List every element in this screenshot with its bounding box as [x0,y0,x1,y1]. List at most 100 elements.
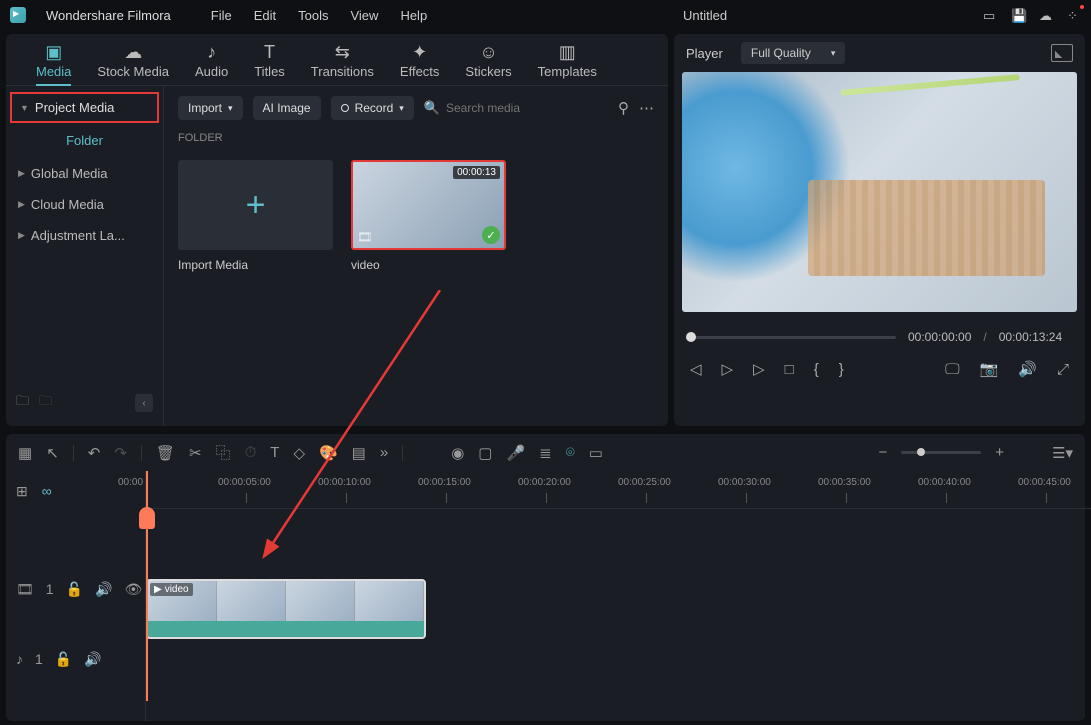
timeline-clip-video[interactable]: ▶video [146,579,426,639]
timeline-tracks[interactable]: 00:00 00:00:05:00 00:00:10:00 00:00:15:0… [146,471,1091,721]
chevron-down-icon: ▾ [399,103,404,114]
magnet-icon[interactable]: ⌾ [566,444,575,461]
split-icon[interactable]: ✂ [189,444,202,462]
lock-icon[interactable]: 🔓 [55,651,72,668]
link-icon[interactable]: ▭ [589,444,603,462]
search-input[interactable] [446,101,608,115]
sidebar-item-cloud-media[interactable]: ▶ Cloud Media [10,189,159,220]
preview-viewport[interactable] [682,72,1077,312]
mute-icon[interactable]: 🔊 [95,581,112,598]
media-thumb-video[interactable]: 00:00:13 🎞 ✓ video [351,160,506,272]
menubar: File Edit Tools View Help [211,8,427,23]
new-bin-icon[interactable]: 🗀 [39,392,52,414]
new-folder-icon[interactable]: 🗀 [16,392,29,414]
more-tools-icon[interactable]: » [380,444,388,461]
snapshot-icon[interactable] [1051,44,1073,62]
ruler-tick: 00:00:20:00 [518,477,571,488]
media-sidebar: ▼ Project Media Folder ▶Global Media ▶ Cl… [6,86,164,426]
tab-templates[interactable]: ▥Templates [526,42,609,85]
quality-dropdown[interactable]: Full Quality▾ [741,42,846,64]
menu-file[interactable]: File [211,8,232,23]
menu-help[interactable]: Help [400,8,427,23]
menu-view[interactable]: View [350,8,378,23]
sidebar-label: Project Media [35,100,114,115]
fullscreen-icon[interactable]: ⤢ [1057,361,1069,378]
more-icon[interactable]: ⋯ [639,99,654,117]
playhead[interactable] [146,471,148,701]
ruler-tick: 00:00 [118,477,143,488]
prev-frame-icon[interactable]: ◁ [690,360,702,378]
select-tool-icon[interactable]: ↖ [46,444,59,462]
timeline-toolbar: ▦ ↖ ↶ ↷ 🗑 ✂ ⿻ ⏱ T ◇ 🎨 ▤ » ◉ ▢ 🎤 ≣ ⌾ ▭ − … [6,434,1085,471]
visibility-icon[interactable]: 👁 [124,581,142,598]
play-pause-icon[interactable]: ▷ [722,360,734,378]
apps-icon[interactable]: ⁘ [1067,8,1081,22]
stop-icon[interactable]: □ [785,361,794,378]
tab-titles[interactable]: TTitles [242,42,297,85]
layout-icon[interactable]: ▦ [18,444,32,462]
audio-track-head[interactable]: ♪1 🔓 🔊 [6,645,145,673]
mic-icon[interactable]: 🎤 [506,444,525,462]
filter-icon[interactable]: ⚲ [618,99,629,117]
tab-stickers[interactable]: ☺Stickers [453,42,523,85]
sidebar-item-label: Adjustment La... [31,228,125,243]
crop-icon[interactable]: ⿻ [216,442,231,463]
play-icon[interactable]: ▷ [753,360,765,378]
volume-icon[interactable]: 🔊 [1018,360,1037,378]
zoom-slider[interactable] [901,451,981,454]
sidebar-item-global-media[interactable]: ▶Global Media [10,158,159,189]
collapse-sidebar-button[interactable]: ‹ [135,394,153,412]
mixer-icon[interactable]: ≣ [539,444,552,462]
display-settings-icon[interactable]: 🖵 [945,361,959,378]
zoom-in-icon[interactable]: + [995,444,1004,461]
keyframe-icon[interactable]: ◇ [293,444,305,462]
tab-transitions[interactable]: ⇆Transitions [299,42,386,85]
media-panel: ▣Media ☁Stock Media ♪Audio TTitles ⇆Tran… [6,34,668,426]
ai-image-button[interactable]: AI Image [253,96,321,120]
seek-slider[interactable] [686,336,896,339]
timeline-area: ▦ ↖ ↶ ↷ 🗑 ✂ ⿻ ⏱ T ◇ 🎨 ▤ » ◉ ▢ 🎤 ≣ ⌾ ▭ − … [0,430,1091,725]
tab-effects[interactable]: ✦Effects [388,42,452,85]
color-icon[interactable]: 🎨 [319,444,338,462]
timeline-options-icon[interactable]: ☰▾ [1052,444,1073,462]
speed-icon[interactable]: ⏱ [245,444,257,461]
mute-icon[interactable]: 🔊 [84,651,101,668]
add-track-icon[interactable]: ⊞ [16,483,28,500]
video-track-head[interactable]: 🎞1 🔓 🔊 👁 [6,575,145,603]
adjust-icon[interactable]: ▤ [352,444,366,462]
save-icon[interactable]: 💾 [1011,8,1025,22]
tab-media[interactable]: ▣Media [24,42,83,85]
redo-icon[interactable]: ↷ [114,444,127,462]
delete-icon[interactable]: 🗑 [156,444,175,462]
cloud-upload-icon[interactable]: ☁ [1039,8,1053,22]
chevron-right-icon: ▶ [18,199,25,210]
device-icon[interactable]: ▭ [983,8,997,22]
mark-in-icon[interactable]: { [814,361,819,378]
import-button[interactable]: Import▾ [178,96,243,120]
import-media-tile[interactable]: + Import Media [178,160,333,272]
sidebar-item-project-media[interactable]: ▼ Project Media [10,92,159,123]
menu-edit[interactable]: Edit [254,8,276,23]
snapshot-button-icon[interactable]: 📷 [980,360,999,378]
zoom-out-icon[interactable]: − [878,444,887,461]
record-button[interactable]: Record▾ [331,96,414,120]
search-icon: 🔍 [424,100,440,116]
track-icon[interactable]: ▢ [478,444,492,462]
text-icon[interactable]: T [270,444,279,461]
auto-ripple-icon[interactable]: ∞ [42,483,52,499]
titlebar: Wondershare Filmora File Edit Tools View… [0,0,1091,30]
tab-stock-media[interactable]: ☁Stock Media [85,42,181,85]
timecode-current: 00:00:00:00 [908,330,971,344]
undo-icon[interactable]: ↶ [88,444,101,462]
thumb-caption: video [351,258,506,272]
time-ruler[interactable]: 00:00 00:00:05:00 00:00:10:00 00:00:15:0… [146,471,1091,509]
mark-out-icon[interactable]: } [839,361,844,378]
lock-icon[interactable]: 🔓 [66,581,83,598]
sidebar-item-adjustment-layer[interactable]: ▶Adjustment La... [10,220,159,251]
menu-tools[interactable]: Tools [298,8,328,23]
ruler-tick: 00:00:35:00 [818,477,871,488]
tab-audio[interactable]: ♪Audio [183,42,240,85]
marker-icon[interactable]: ◉ [451,444,464,462]
sidebar-item-label: Cloud Media [31,197,104,212]
sidebar-folder-label[interactable]: Folder [10,123,159,158]
